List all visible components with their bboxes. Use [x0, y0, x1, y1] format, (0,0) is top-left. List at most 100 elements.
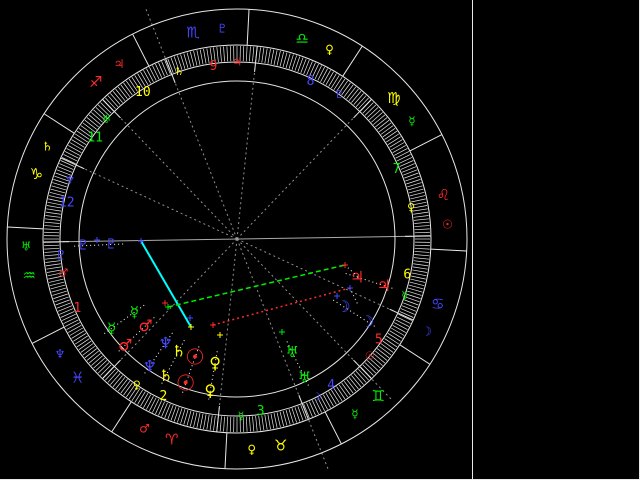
degree-tick — [413, 260, 429, 263]
sign-ruler-glyph-aquarius: ♅ — [21, 239, 32, 253]
degree-tick — [112, 375, 123, 388]
sign-ruler-glyph-libra: ♀ — [325, 42, 334, 56]
degree-tick — [414, 231, 430, 234]
degree-tick — [371, 112, 383, 123]
sign-glyph-leo: ♌ — [437, 186, 450, 204]
degree-tick — [411, 275, 426, 280]
degree-tick — [78, 340, 92, 350]
degree-tick — [112, 90, 123, 103]
degree-tick — [382, 340, 396, 350]
degree-tick — [282, 410, 288, 426]
degree-tick — [140, 392, 149, 407]
degree-tick — [223, 416, 225, 432]
degree-tick — [59, 163, 74, 170]
house-cusp-segment-6 — [389, 308, 414, 321]
degree-tick — [149, 66, 157, 81]
degree-tick — [229, 46, 232, 62]
degree-tick — [392, 324, 406, 333]
degree-tick — [364, 362, 377, 374]
degree-tick — [380, 125, 394, 135]
house-number-9: 9 — [209, 59, 217, 74]
house-cusp-segment-12 — [60, 157, 85, 170]
degree-tick — [258, 47, 261, 63]
house-companion-glyph-4: ☽ — [312, 391, 322, 404]
sign-ruler-glyph-cancer: ☽ — [421, 324, 432, 338]
degree-tick — [120, 84, 131, 98]
degree-tick — [44, 221, 60, 224]
inner-ring-mars-glyph: ♂ — [138, 316, 152, 335]
degree-tick — [193, 50, 198, 66]
house-cusp-ray-9 — [236, 67, 256, 240]
degree-tick — [152, 65, 160, 80]
house-companion-glyph-10: ♄ — [174, 65, 184, 78]
degree-tick — [223, 46, 225, 62]
degree-tick — [264, 414, 268, 430]
degree-tick — [249, 416, 251, 432]
degree-tick — [410, 195, 426, 200]
inner-ring-sun-glyph: ☉ — [185, 345, 205, 370]
house-number-1: 1 — [74, 301, 82, 316]
degree-tick — [306, 402, 313, 417]
degree-tick — [158, 62, 165, 77]
degree-tick — [264, 48, 268, 64]
sign-ruler-glyph-taurus: ♀ — [247, 442, 256, 456]
degree-tick — [213, 415, 216, 431]
degree-tick — [115, 377, 126, 390]
degree-tick — [60, 311, 75, 318]
degree-tick — [134, 389, 143, 403]
outer-ring-moon-glyph: ☽ — [360, 312, 374, 331]
degree-tick — [346, 379, 357, 392]
outer-ring-saturn-glyph: ♄ — [159, 366, 173, 385]
degree-tick — [395, 319, 410, 327]
degree-tick — [394, 322, 408, 330]
degree-tick — [362, 102, 374, 114]
degree-tick — [386, 335, 400, 345]
degree-tick — [45, 218, 61, 221]
house-companion-glyph-6: ☿ — [401, 289, 408, 302]
degree-tick — [73, 136, 87, 145]
degree-tick — [88, 114, 101, 125]
degree-tick — [409, 281, 425, 287]
degree-tick — [59, 308, 74, 315]
degree-tick — [69, 327, 84, 336]
degree-tick — [137, 391, 146, 405]
degree-tick — [68, 145, 82, 154]
degree-tick — [414, 228, 430, 231]
house-number-5: 5 — [375, 332, 383, 347]
outer-ring-neptune-glyph: ♆ — [143, 356, 157, 375]
degree-tick — [320, 68, 328, 82]
house-number-12: 12 — [59, 196, 75, 211]
degree-tick — [219, 46, 222, 62]
degree-tick — [413, 263, 429, 267]
sign-ruler-glyph-virgo: ☿ — [408, 114, 415, 128]
degree-tick — [325, 71, 334, 86]
degree-tick — [270, 413, 275, 429]
degree-tick — [203, 414, 207, 430]
sign-glyph-aries: ♈ — [165, 431, 178, 449]
degree-tick — [336, 386, 346, 400]
degree-tick — [183, 53, 189, 68]
degree-tick — [51, 185, 66, 191]
degree-tick — [189, 411, 195, 427]
degree-tick — [196, 413, 201, 428]
sign-glyph-taurus: ♉ — [274, 436, 287, 454]
degree-tick — [338, 384, 348, 398]
degree-tick — [245, 416, 248, 432]
degree-tick — [84, 119, 97, 130]
degree-tick — [155, 63, 163, 78]
degree-tick — [117, 86, 128, 99]
degree-tick — [252, 416, 255, 432]
degree-tick — [100, 102, 112, 114]
degree-tick — [384, 130, 398, 140]
degree-tick — [64, 319, 79, 327]
degree-tick — [219, 416, 222, 432]
degree-tick — [86, 350, 99, 361]
degree-tick — [351, 375, 362, 388]
degree-tick — [88, 353, 101, 364]
inner-ring-venus-glyph: ♀ — [209, 354, 221, 373]
outer-ring-pluto-glyph: ♇ — [77, 238, 90, 254]
degree-tick — [395, 151, 410, 159]
house-companion-glyph-3: ☿ — [238, 409, 245, 422]
degree-tick — [123, 382, 133, 396]
house-cusp-segment-4 — [298, 395, 309, 420]
